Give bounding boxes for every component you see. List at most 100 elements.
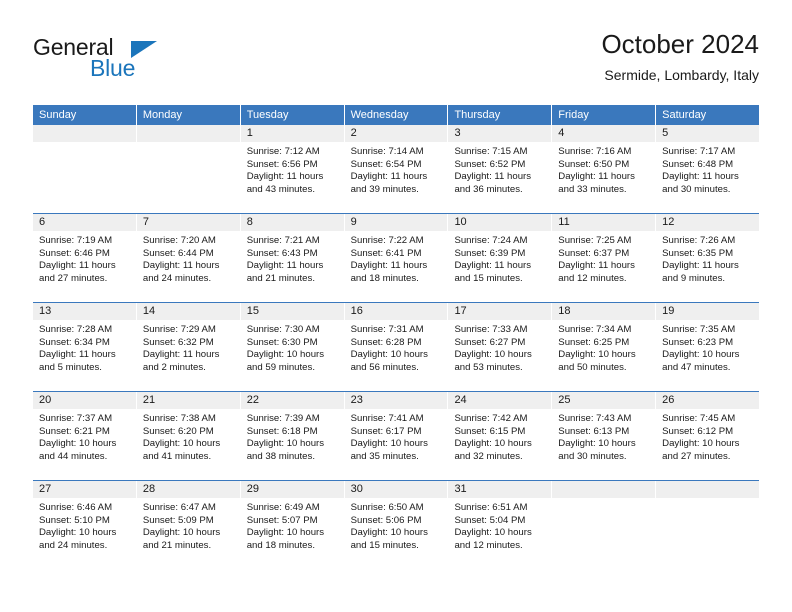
- day-cell[interactable]: 25 Sunrise: 7:43 AM Sunset: 6:13 PM Dayligh…: [552, 392, 656, 480]
- day-cell[interactable]: 12 Sunrise: 7:26 AM Sunset: 6:35 PM Dayligh…: [656, 214, 760, 302]
- day-cell[interactable]: 30 Sunrise: 6:50 AM Sunset: 5:06 PM Dayligh…: [344, 481, 448, 569]
- day-info: Sunrise: 7:37 AM Sunset: 6:21 PM Daylight:…: [33, 409, 136, 463]
- day-number: 28: [136, 481, 240, 498]
- day-cell[interactable]: 21 Sunrise: 7:38 AM Sunset: 6:20 PM Dayligh…: [136, 392, 240, 480]
- day-number: 29: [240, 481, 344, 498]
- weekday-header-friday: Friday: [552, 105, 656, 125]
- sunset-text: Sunset: 6:43 PM: [246, 247, 318, 259]
- day-cell[interactable]: 11 Sunrise: 7:25 AM Sunset: 6:37 PM Dayligh…: [552, 214, 656, 302]
- sunset-text: Sunset: 6:44 PM: [142, 247, 214, 259]
- sunrise-text: Sunrise: 7:41 AM: [350, 413, 424, 424]
- day-cell[interactable]: 29 Sunrise: 6:49 AM Sunset: 5:07 PM Dayligh…: [240, 481, 344, 569]
- day-info: Sunrise: 6:47 AM Sunset: 5:09 PM Daylight:…: [137, 498, 240, 552]
- day-info: Sunrise: 7:45 AM Sunset: 6:12 PM Daylight:…: [656, 409, 759, 463]
- day-info: Sunrise: 7:29 AM Sunset: 6:32 PM Daylight:…: [137, 320, 240, 374]
- calendar-week-row: 20 Sunrise: 7:37 AM Sunset: 6:21 PM Dayligh…: [33, 391, 760, 480]
- sunset-text: Sunset: 6:35 PM: [662, 247, 734, 259]
- calendar-week-row: 13 Sunrise: 7:28 AM Sunset: 6:34 PM Dayligh…: [33, 302, 760, 391]
- day-cell[interactable]: 8 Sunrise: 7:21 AM Sunset: 6:43 PM Daylight…: [240, 214, 344, 302]
- day-number: [552, 481, 656, 498]
- sunrise-text: Sunrise: 6:50 AM: [350, 502, 424, 513]
- daylight-text: Daylight: 10 hours and 53 minutes.: [454, 349, 532, 373]
- calendar-week-row: 6 Sunrise: 7:19 AM Sunset: 6:46 PM Daylight…: [33, 213, 760, 302]
- day-number: 21: [136, 392, 240, 409]
- weekday-header-saturday: Saturday: [656, 105, 760, 125]
- day-info: Sunrise: 7:31 AM Sunset: 6:28 PM Daylight:…: [345, 320, 448, 374]
- day-cell[interactable]: 27 Sunrise: 6:46 AM Sunset: 5:10 PM Dayligh…: [33, 481, 136, 569]
- day-cell[interactable]: 7 Sunrise: 7:20 AM Sunset: 6:44 PM Daylight…: [136, 214, 240, 302]
- day-info: Sunrise: 7:30 AM Sunset: 6:30 PM Daylight:…: [241, 320, 344, 374]
- day-cell[interactable]: 26 Sunrise: 7:45 AM Sunset: 6:12 PM Dayligh…: [656, 392, 760, 480]
- day-cell-empty: [136, 125, 240, 213]
- day-number: 30: [344, 481, 448, 498]
- day-cell[interactable]: 1 Sunrise: 7:12 AM Sunset: 6:56 PM Daylight…: [240, 125, 344, 213]
- day-cell[interactable]: 28 Sunrise: 6:47 AM Sunset: 5:09 PM Dayligh…: [136, 481, 240, 569]
- sunrise-text: Sunrise: 7:34 AM: [558, 324, 632, 335]
- day-cell[interactable]: 16 Sunrise: 7:31 AM Sunset: 6:28 PM Dayligh…: [344, 303, 448, 391]
- day-cell[interactable]: 18 Sunrise: 7:34 AM Sunset: 6:25 PM Dayligh…: [552, 303, 656, 391]
- day-cell[interactable]: 4 Sunrise: 7:16 AM Sunset: 6:50 PM Daylight…: [552, 125, 656, 213]
- day-info: Sunrise: 6:51 AM Sunset: 5:04 PM Daylight:…: [448, 498, 551, 552]
- daylight-text: Daylight: 10 hours and 35 minutes.: [350, 438, 428, 462]
- sunset-text: Sunset: 6:46 PM: [39, 247, 110, 259]
- day-cell[interactable]: 10 Sunrise: 7:24 AM Sunset: 6:39 PM Dayligh…: [448, 214, 552, 302]
- sunset-text: Sunset: 6:56 PM: [246, 158, 318, 170]
- sunset-text: Sunset: 6:48 PM: [662, 158, 734, 170]
- page-title: October 2024: [601, 29, 759, 59]
- sunrise-text: Sunrise: 7:15 AM: [454, 146, 528, 157]
- day-cell[interactable]: 24 Sunrise: 7:42 AM Sunset: 6:15 PM Dayligh…: [448, 392, 552, 480]
- calendar-week-row: 27 Sunrise: 6:46 AM Sunset: 5:10 PM Dayligh…: [33, 480, 760, 569]
- daylight-text: Daylight: 11 hours and 39 minutes.: [350, 171, 428, 195]
- daylight-text: Daylight: 10 hours and 12 minutes.: [454, 527, 532, 551]
- day-cell[interactable]: 3 Sunrise: 7:15 AM Sunset: 6:52 PM Daylight…: [448, 125, 552, 213]
- sunset-text: Sunset: 6:39 PM: [454, 247, 526, 259]
- day-cell[interactable]: 5 Sunrise: 7:17 AM Sunset: 6:48 PM Daylight…: [656, 125, 760, 213]
- day-number: [33, 125, 136, 142]
- sunrise-text: Sunrise: 7:12 AM: [246, 146, 320, 157]
- calendar-week-inner: 13 Sunrise: 7:28 AM Sunset: 6:34 PM Dayligh…: [33, 303, 760, 391]
- day-info: Sunrise: 7:33 AM Sunset: 6:27 PM Daylight:…: [448, 320, 551, 374]
- calendar-weeks: 1 Sunrise: 7:12 AM Sunset: 6:56 PM Daylight…: [33, 125, 760, 569]
- sunrise-text: Sunrise: 7:14 AM: [350, 146, 424, 157]
- day-cell[interactable]: 9 Sunrise: 7:22 AM Sunset: 6:41 PM Daylight…: [344, 214, 448, 302]
- day-number: 23: [344, 392, 448, 409]
- weekday-header-thursday: Thursday: [448, 105, 552, 125]
- daylight-text: Daylight: 10 hours and 56 minutes.: [350, 349, 428, 373]
- day-info: Sunrise: 7:41 AM Sunset: 6:17 PM Daylight:…: [345, 409, 448, 463]
- daylight-text: Daylight: 10 hours and 50 minutes.: [558, 349, 636, 373]
- day-info: Sunrise: 6:49 AM Sunset: 5:07 PM Daylight:…: [241, 498, 344, 552]
- sunrise-text: Sunrise: 7:45 AM: [662, 413, 736, 424]
- day-info: Sunrise: 7:12 AM Sunset: 6:56 PM Daylight:…: [241, 142, 344, 196]
- sunset-text: Sunset: 6:32 PM: [142, 336, 214, 348]
- day-cell[interactable]: 17 Sunrise: 7:33 AM Sunset: 6:27 PM Dayligh…: [448, 303, 552, 391]
- daylight-text: Daylight: 10 hours and 21 minutes.: [142, 527, 221, 551]
- calendar-week-inner: 1 Sunrise: 7:12 AM Sunset: 6:56 PM Daylight…: [33, 125, 760, 213]
- daylight-text: Daylight: 10 hours and 41 minutes.: [142, 438, 221, 462]
- weekday-header-monday: Monday: [136, 105, 240, 125]
- day-cell[interactable]: 13 Sunrise: 7:28 AM Sunset: 6:34 PM Dayligh…: [33, 303, 136, 391]
- general-blue-logo[interactable]: General Blue: [33, 34, 233, 90]
- sunset-text: Sunset: 6:18 PM: [246, 425, 318, 437]
- sunrise-text: Sunrise: 7:21 AM: [246, 235, 320, 246]
- day-info: Sunrise: 7:24 AM Sunset: 6:39 PM Daylight:…: [448, 231, 551, 285]
- sunset-text: Sunset: 5:06 PM: [350, 514, 422, 526]
- day-number: 12: [656, 214, 760, 231]
- day-cell[interactable]: 15 Sunrise: 7:30 AM Sunset: 6:30 PM Dayligh…: [240, 303, 344, 391]
- day-cell[interactable]: 2 Sunrise: 7:14 AM Sunset: 6:54 PM Daylight…: [344, 125, 448, 213]
- day-number: 2: [344, 125, 448, 142]
- sunrise-text: Sunrise: 7:17 AM: [662, 146, 736, 157]
- sunrise-text: Sunrise: 7:43 AM: [558, 413, 632, 424]
- day-cell[interactable]: 20 Sunrise: 7:37 AM Sunset: 6:21 PM Dayligh…: [33, 392, 136, 480]
- daylight-text: Daylight: 11 hours and 36 minutes.: [454, 171, 532, 195]
- day-cell[interactable]: 31 Sunrise: 6:51 AM Sunset: 5:04 PM Dayligh…: [448, 481, 552, 569]
- daylight-text: Daylight: 11 hours and 18 minutes.: [350, 260, 428, 284]
- day-cell[interactable]: 19 Sunrise: 7:35 AM Sunset: 6:23 PM Dayligh…: [656, 303, 760, 391]
- day-cell[interactable]: 23 Sunrise: 7:41 AM Sunset: 6:17 PM Dayligh…: [344, 392, 448, 480]
- calendar-week-row: 1 Sunrise: 7:12 AM Sunset: 6:56 PM Daylight…: [33, 125, 760, 213]
- calendar-week-inner: 27 Sunrise: 6:46 AM Sunset: 5:10 PM Dayligh…: [33, 481, 760, 569]
- daylight-text: Daylight: 11 hours and 9 minutes.: [662, 260, 739, 284]
- daylight-text: Daylight: 10 hours and 18 minutes.: [246, 527, 325, 551]
- day-cell[interactable]: 6 Sunrise: 7:19 AM Sunset: 6:46 PM Daylight…: [33, 214, 136, 302]
- day-cell[interactable]: 14 Sunrise: 7:29 AM Sunset: 6:32 PM Dayligh…: [136, 303, 240, 391]
- day-cell[interactable]: 22 Sunrise: 7:39 AM Sunset: 6:18 PM Dayligh…: [240, 392, 344, 480]
